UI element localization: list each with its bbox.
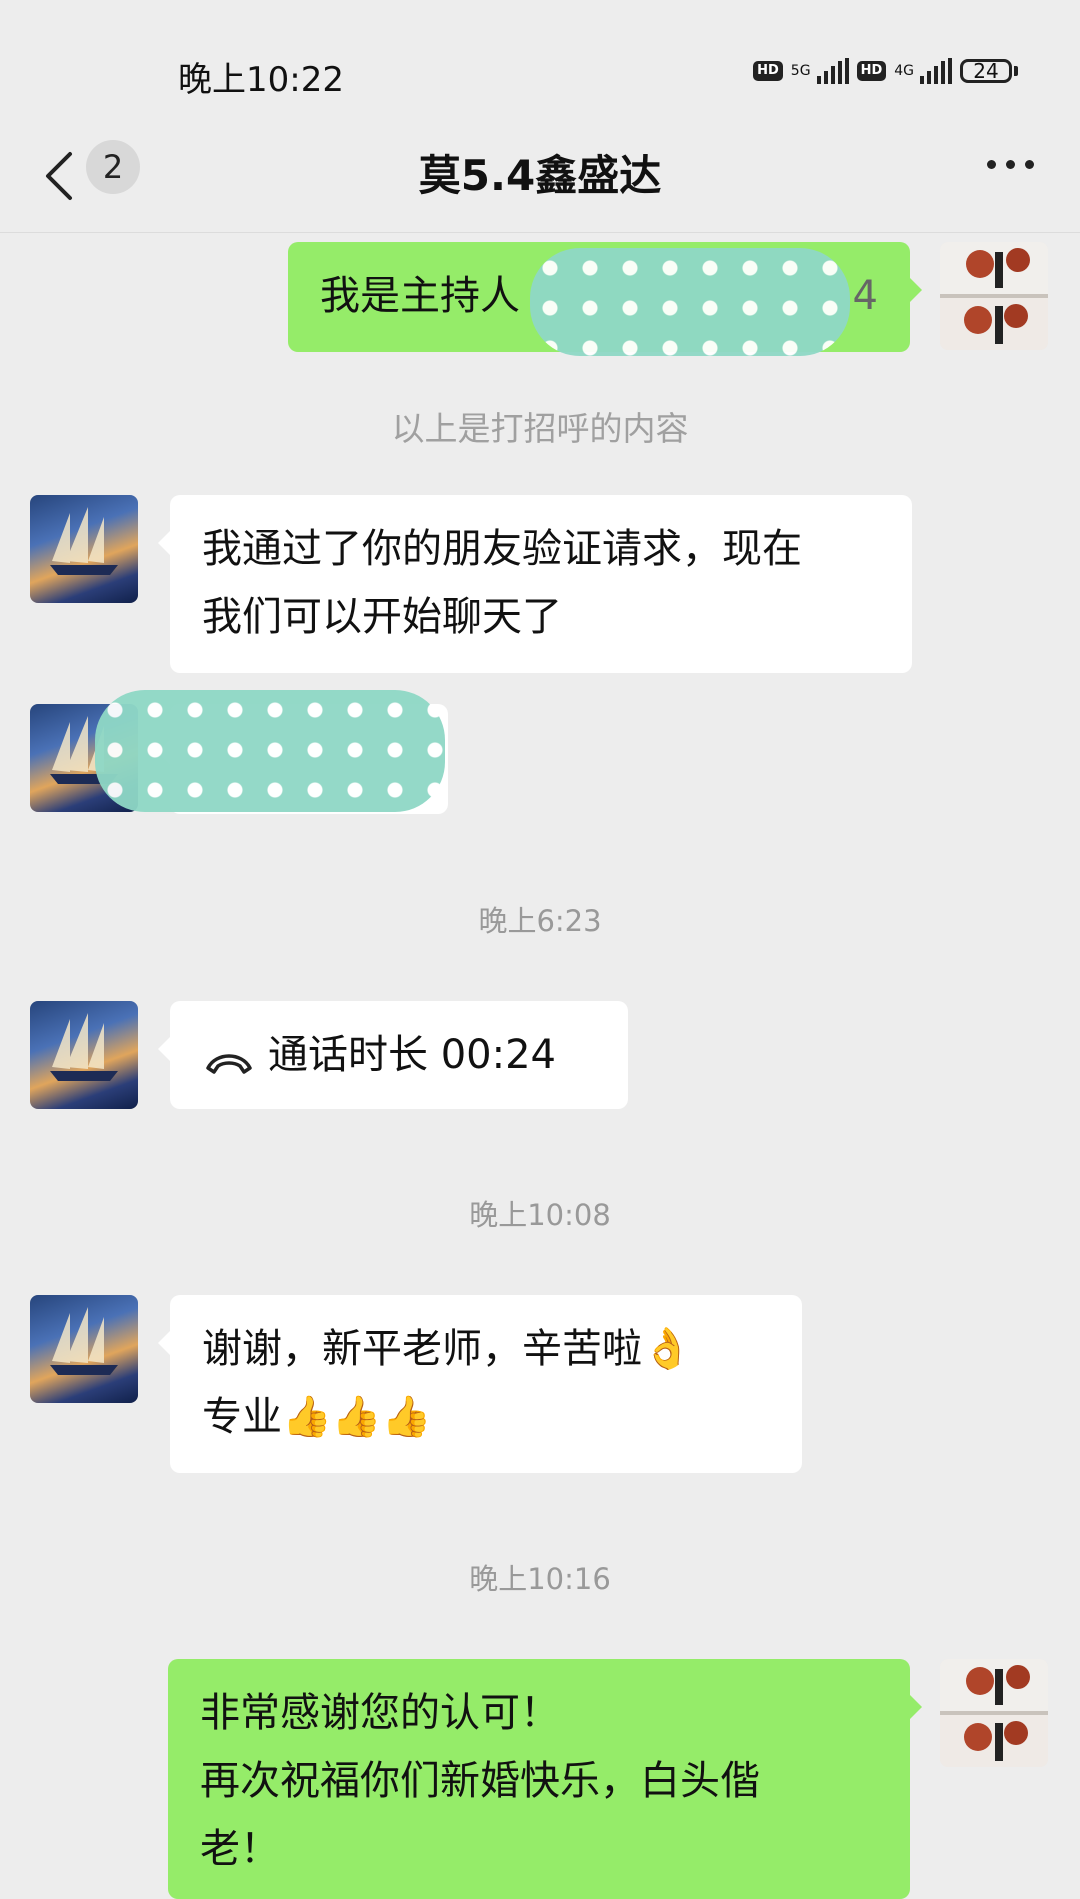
hd-icon: HD — [856, 61, 887, 81]
message-line: 再次祝福你们新婚快乐，白头偕 — [200, 1758, 760, 1804]
message-line: 专业👍👍👍 — [202, 1394, 432, 1440]
status-bar: 晚上10:22 HD 5G HD 4G 24 — [0, 0, 1080, 120]
message-bubble-incoming[interactable]: 谢谢，新平老师，辛苦啦👌 专业👍👍👍 — [158, 1295, 802, 1473]
timestamp: 晚上10:16 — [469, 1562, 611, 1596]
message-line: 老！ — [200, 1826, 280, 1872]
chat-header: 2 莫5.4鑫盛达 — [0, 120, 1080, 233]
more-horizontal-icon[interactable] — [987, 160, 1034, 169]
avatar-contact[interactable] — [30, 495, 138, 603]
call-duration-text: 通话时长 00:24 — [268, 1032, 556, 1078]
avatar-contact[interactable] — [30, 1295, 138, 1403]
message-bubble-outgoing[interactable]: 非常感谢您的认可！ 再次祝福你们新婚快乐，白头偕 老！ — [168, 1659, 922, 1899]
signal-icon — [920, 58, 952, 84]
network-5g: 5G — [790, 63, 811, 79]
avatar-self[interactable] — [940, 242, 1048, 350]
network-4g: 4G — [894, 63, 914, 79]
timestamp: 晚上10:08 — [469, 1198, 611, 1232]
message-line: 我通过了你的朋友验证请求，现在 — [202, 526, 802, 572]
system-indicators: HD 5G HD 4G 24 — [753, 58, 1018, 84]
message-bubble-incoming[interactable]: 我通过了你的朋友验证请求，现在 我们可以开始聊天了 — [158, 495, 912, 673]
timestamp: 晚上6:23 — [478, 904, 602, 938]
redaction-mask — [530, 248, 850, 356]
message-line: 我们可以开始聊天了 — [202, 594, 562, 640]
redaction-mask — [95, 690, 445, 812]
call-record-bubble[interactable]: 通话时长 00:24 — [158, 1001, 628, 1109]
chat-title: 莫5.4鑫盛达 — [418, 151, 662, 200]
avatar-contact[interactable] — [30, 1001, 138, 1109]
message-text-end: 4 — [852, 273, 878, 319]
message-line: 非常感谢您的认可！ — [200, 1690, 560, 1736]
system-notice: 以上是打招呼的内容 — [391, 409, 689, 448]
battery-icon: 24 — [960, 59, 1018, 83]
message-text: 我是主持人 — [320, 273, 520, 319]
battery-level: 24 — [960, 59, 1012, 83]
phone-hangup-icon — [202, 1035, 256, 1075]
status-time: 晚上10:22 — [178, 60, 344, 100]
avatar-self[interactable] — [940, 1659, 1048, 1767]
hd-icon: HD — [753, 61, 783, 81]
message-line: 谢谢，新平老师，辛苦啦👌 — [202, 1326, 692, 1372]
signal-icon — [816, 58, 849, 84]
